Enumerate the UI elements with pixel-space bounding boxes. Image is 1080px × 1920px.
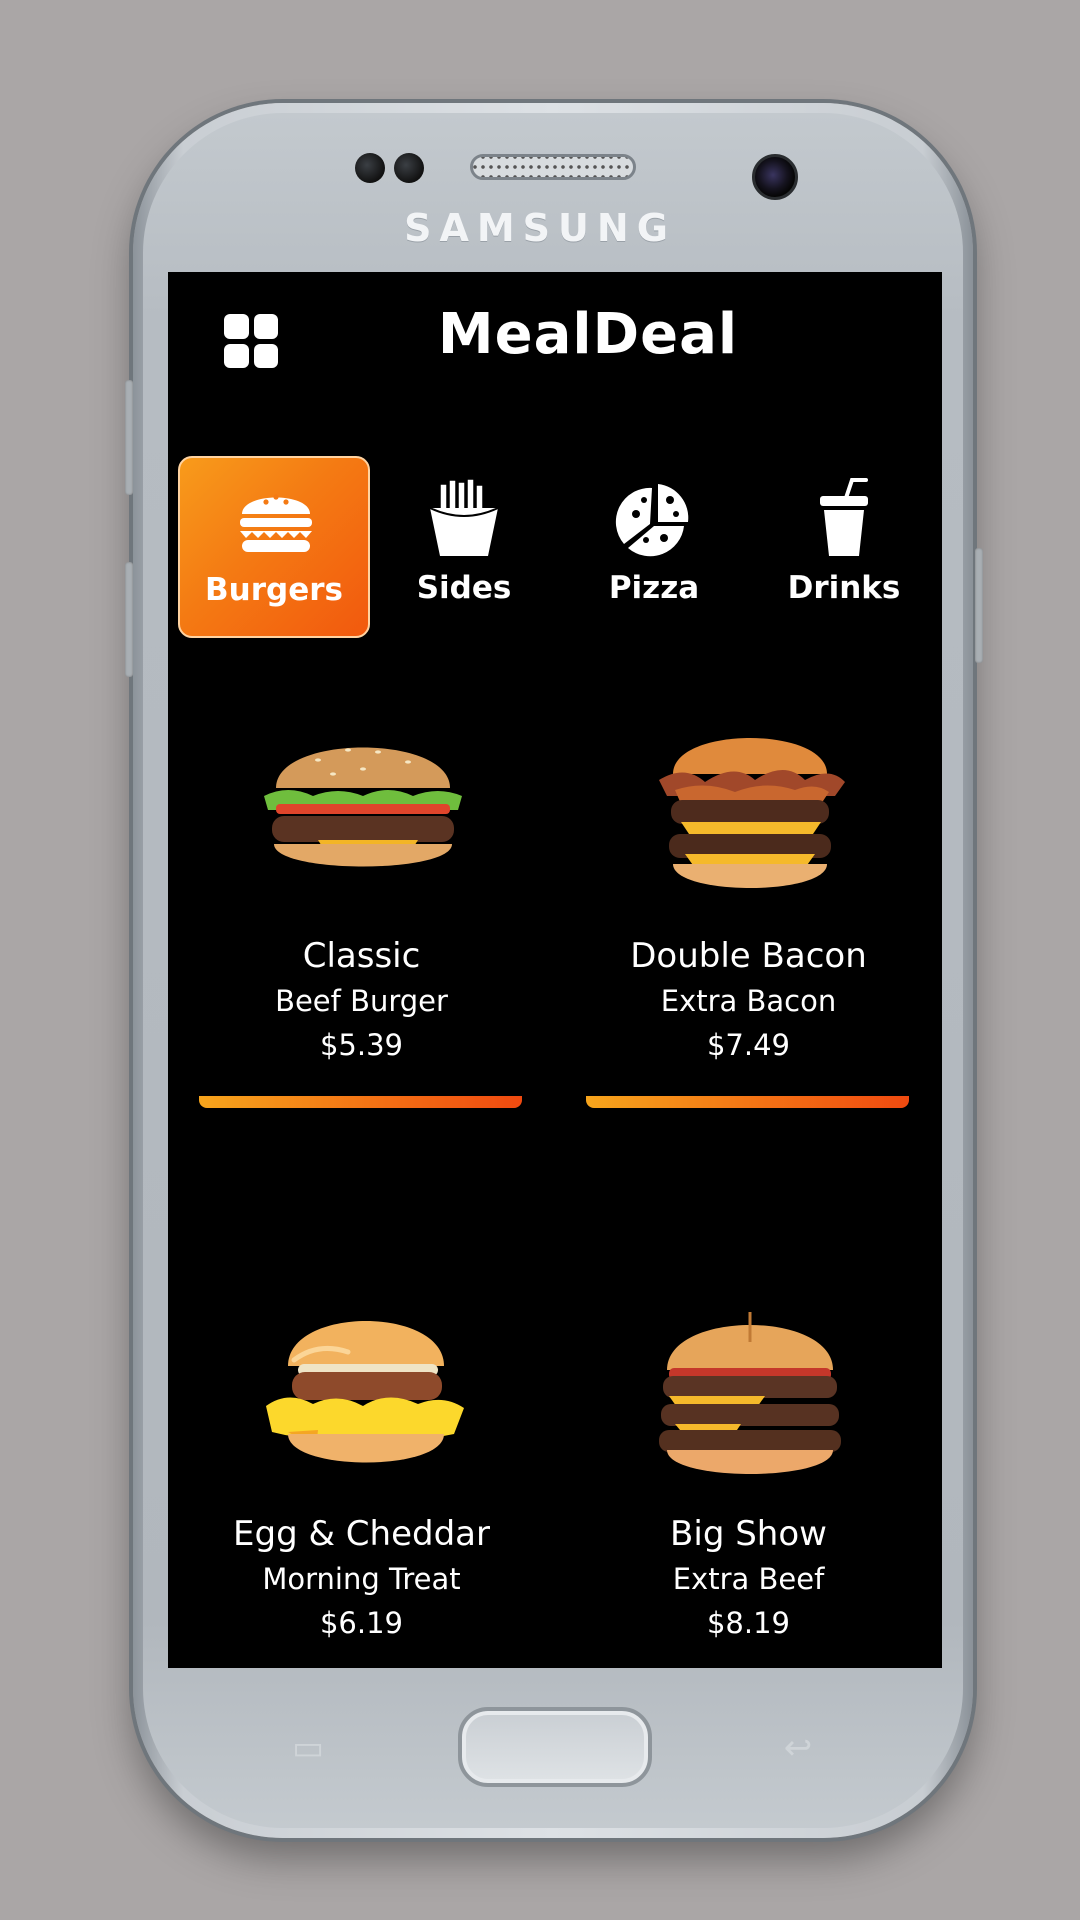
product-name: Double Bacon xyxy=(630,936,867,976)
back-icon[interactable]: ↩ xyxy=(772,1730,824,1766)
grid-menu-icon[interactable] xyxy=(224,314,278,368)
category-label: Drinks xyxy=(787,570,901,606)
category-sides[interactable]: Sides xyxy=(368,456,560,638)
drink-cup-icon xyxy=(820,478,868,556)
power-button xyxy=(975,548,983,663)
product-accent-bar xyxy=(199,1096,522,1108)
product-card-double-bacon[interactable]: Double Bacon Extra Bacon $7.49 xyxy=(555,724,942,1124)
product-price: $8.19 xyxy=(706,1606,791,1640)
category-label: Pizza xyxy=(608,570,700,606)
app-header: MealDeal xyxy=(168,272,942,407)
front-camera xyxy=(752,154,798,200)
classic-burger-image xyxy=(264,747,462,867)
product-subtitle: Extra Beef xyxy=(672,1562,825,1596)
device-brand: SAMSUNG xyxy=(404,206,676,250)
product-accent-bar xyxy=(586,1096,909,1108)
category-pizza[interactable]: Pizza xyxy=(558,456,750,638)
product-subtitle: Extra Bacon xyxy=(660,984,837,1018)
product-name: Big Show xyxy=(670,1514,827,1554)
home-button[interactable] xyxy=(458,1707,652,1787)
product-card-big-show[interactable]: Big Show Extra Beef $8.19 xyxy=(555,1302,942,1668)
pizza-icon xyxy=(615,484,689,557)
product-name: Classic xyxy=(302,936,421,976)
category-label: Sides xyxy=(416,570,512,606)
proximity-sensor xyxy=(355,153,385,183)
recent-apps-icon[interactable]: ▭ xyxy=(282,1730,334,1766)
category-tabs: Burgers Sides Pizza Drinks xyxy=(178,456,938,640)
product-price: $6.19 xyxy=(319,1606,404,1640)
product-subtitle: Beef Burger xyxy=(275,984,448,1018)
earpiece-speaker xyxy=(470,154,636,180)
app-title: MealDeal xyxy=(437,302,739,367)
category-burgers[interactable]: Burgers xyxy=(178,456,370,638)
egg-cheddar-burger-image xyxy=(266,1321,464,1463)
light-sensor xyxy=(394,153,424,183)
product-name: Egg & Cheddar xyxy=(233,1514,490,1554)
volume-down-button xyxy=(125,562,133,677)
double-bacon-burger-image xyxy=(659,738,845,888)
category-drinks[interactable]: Drinks xyxy=(748,456,940,638)
product-price: $7.49 xyxy=(706,1028,791,1062)
product-card-egg-cheddar[interactable]: Egg & Cheddar Morning Treat $6.19 xyxy=(168,1302,555,1668)
product-price: $5.39 xyxy=(319,1028,404,1062)
product-card-classic[interactable]: Classic Beef Burger $5.39 xyxy=(168,724,555,1124)
app-screen: MealDeal Burgers Sides Pizza Drinks Clas… xyxy=(168,272,942,1668)
volume-up-button xyxy=(125,380,133,495)
product-subtitle: Morning Treat xyxy=(262,1562,461,1596)
burger-icon xyxy=(240,494,312,552)
big-show-burger-image xyxy=(659,1312,841,1474)
fries-icon xyxy=(429,478,499,556)
category-label: Burgers xyxy=(205,572,343,608)
